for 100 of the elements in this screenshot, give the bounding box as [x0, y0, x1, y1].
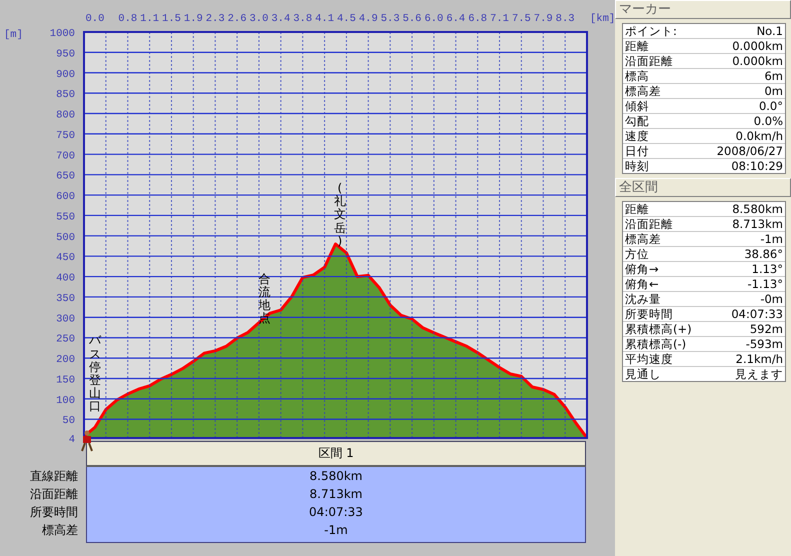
row-value: -1m [760, 232, 783, 246]
axis-label: 1.1 [140, 13, 160, 25]
row-label: 時刻 [625, 159, 649, 173]
axis-label: 50 [62, 415, 75, 428]
row-label: 距離 [625, 39, 649, 53]
row-value: 0.0km/h [736, 129, 783, 143]
row-label: 所要時間 [625, 307, 673, 321]
row-value: 2008/06/27 [716, 144, 783, 158]
axis-label: 6.0 [424, 13, 444, 25]
row-label: ポイント: [625, 24, 677, 38]
axis-label: 3.4 [271, 13, 290, 25]
row-label: 標高差 [42, 522, 78, 539]
axis-label: 8.3 [556, 13, 575, 25]
row-value: 04:07:33 [731, 307, 783, 321]
axis-label: 5.3 [380, 13, 400, 25]
row-value: -593m [746, 337, 783, 351]
row-value: 6m [764, 69, 783, 83]
axis-label: 6.8 [468, 13, 488, 25]
row-label: 沿面距離 [625, 217, 673, 231]
axis-label: 250 [56, 334, 75, 346]
row-label: 見通し [625, 367, 661, 381]
row-label: 方位 [625, 247, 649, 261]
axis-label: 500 [56, 232, 75, 244]
axis-label: 7.5 [512, 13, 531, 25]
axis-label: 4.5 [336, 13, 356, 25]
row-value: -0m [760, 292, 783, 306]
axis-label: 1.9 [184, 13, 203, 25]
axis-label: 100 [56, 394, 75, 407]
row-label: 沿面距離 [30, 486, 78, 503]
row-label: 日付 [625, 144, 649, 158]
row-value: 8.713km [732, 217, 783, 231]
axis-label: 400 [56, 272, 75, 285]
axis-label: 1.5 [162, 13, 181, 25]
row-value: 592m [750, 322, 783, 336]
axis-label: 0.0 [85, 13, 104, 25]
axis-label: 7.1 [490, 13, 509, 25]
row-value: 見えます [735, 367, 783, 381]
axis-label: 700 [56, 150, 75, 162]
panel-header: マーカー [615, 0, 791, 19]
panel-header: 全区間 [615, 178, 791, 197]
axis-label: 6.4 [446, 13, 466, 25]
row-value: No.1 [756, 24, 783, 38]
axis-label: 450 [56, 252, 75, 264]
axis-label: 4.9 [358, 13, 378, 25]
row-label: 所要時間 [30, 504, 78, 521]
row-label: 俯角← [625, 277, 659, 291]
axis-label: 4 [68, 434, 75, 446]
section-header: 区間 1 [86, 441, 586, 467]
row-value: 2.1km/h [736, 352, 783, 366]
row-label: 沈み量 [625, 292, 661, 306]
row-value: 0m [764, 84, 783, 98]
axis-label: 800 [56, 110, 75, 122]
axis-title: [m] [4, 29, 23, 41]
row-value: 8.580km [310, 468, 362, 485]
axis-label: 650 [56, 170, 75, 183]
row-label: 標高差 [625, 232, 661, 246]
axis-label: 5.6 [402, 13, 422, 25]
row-value: 0.000km [732, 39, 783, 53]
axis-label: 3.0 [250, 13, 268, 25]
hiker-icon [80, 430, 94, 452]
row-label: 傾斜 [625, 99, 649, 113]
axis-label: 750 [56, 130, 75, 142]
axis-label: 900 [56, 68, 75, 81]
row-value: 38.86° [744, 247, 783, 261]
axis-label: 1000 [50, 28, 75, 40]
row-value: 04:07:33 [309, 504, 363, 521]
row-value: 0.0% [754, 114, 783, 128]
row-value: 1.13° [752, 262, 783, 276]
row-value: 08:10:29 [731, 159, 783, 173]
row-value: -1m [324, 522, 348, 539]
axis-label: 2.6 [228, 13, 247, 25]
axis-label: 0.8 [118, 13, 138, 25]
axis-title: [km] [590, 13, 615, 25]
row-value: 8.580km [732, 202, 783, 216]
row-label: 標高 [625, 69, 649, 83]
axis-label: 600 [56, 191, 75, 204]
row-label: 沿面距離 [625, 54, 673, 68]
axis-label: 550 [56, 211, 75, 224]
axis-label: 150 [56, 374, 75, 386]
axis-label: 2.3 [206, 13, 225, 25]
axis-label: 4.1 [315, 13, 334, 25]
row-label: 平均速度 [625, 352, 673, 366]
row-label: 勾配 [625, 114, 649, 128]
row-value: 0.0° [758, 99, 783, 113]
row-label: 直線距離 [30, 468, 78, 485]
axis-label: 200 [56, 354, 75, 366]
row-value: 8.713km [310, 486, 362, 503]
row-label: 標高差 [625, 84, 661, 98]
axis-label: 300 [56, 313, 75, 326]
row-label: 俯角→ [625, 262, 659, 276]
row-label: 距離 [625, 202, 649, 216]
row-value: 0.000km [732, 54, 783, 68]
row-label: 累積標高(+) [625, 322, 692, 336]
axis-label: 850 [56, 89, 75, 102]
row-label: 速度 [625, 129, 649, 143]
axis-label: 3.8 [293, 13, 312, 25]
axis-label: 350 [56, 292, 75, 305]
row-value: -1.13° [747, 277, 783, 291]
axis-label: 950 [56, 48, 75, 60]
axis-label: 7.9 [534, 13, 553, 25]
